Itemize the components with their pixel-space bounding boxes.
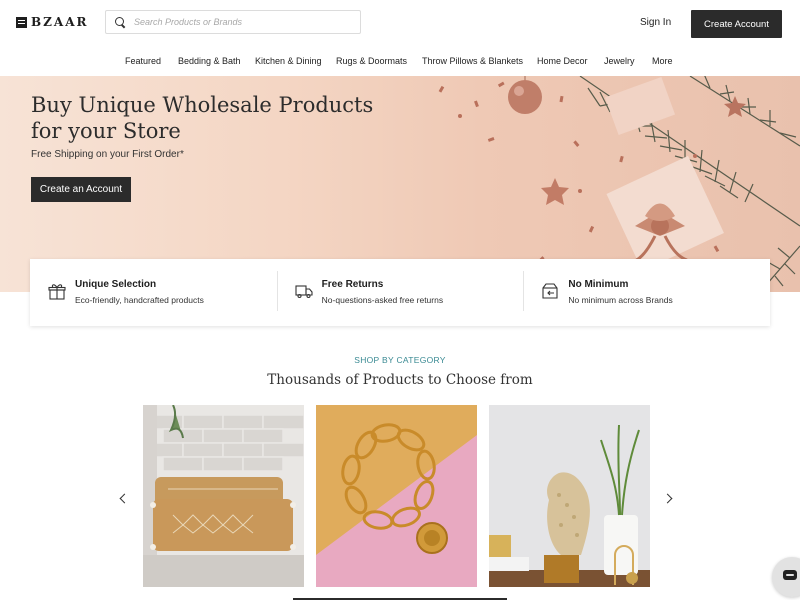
search-bar[interactable] xyxy=(105,10,361,34)
carousel-prev-arrow-icon[interactable] xyxy=(118,492,128,506)
jewelry-card[interactable] xyxy=(316,405,477,587)
hero-title: Buy Unique Wholesale Products for your S… xyxy=(31,93,374,143)
search-input[interactable] xyxy=(134,17,354,27)
nav-item-bedding-bath[interactable]: Bedding & Bath xyxy=(178,56,241,66)
features-bar: Unique Selection Eco-friendly, handcraft… xyxy=(30,259,770,326)
feature-free-returns: Free Returns No-questions-asked free ret… xyxy=(276,259,524,326)
logo[interactable]: BZAAR xyxy=(16,15,89,29)
search-icon xyxy=(115,16,126,28)
home-decor-card[interactable] xyxy=(489,405,650,587)
category-heading: Thousands of Products to Choose from xyxy=(267,372,533,388)
return-box-icon xyxy=(542,283,558,299)
feature-title: No Minimum xyxy=(568,279,629,290)
feature-desc: Eco-friendly, handcrafted products xyxy=(75,295,204,305)
nav-item-kitchen-dining[interactable]: Kitchen & Dining xyxy=(255,56,322,66)
throw-pillows-image xyxy=(143,405,304,587)
logo-icon xyxy=(16,16,27,28)
decor-sculpture-image xyxy=(489,405,650,587)
chat-icon[interactable] xyxy=(772,557,800,597)
carousel-next-arrow-icon[interactable] xyxy=(664,492,674,506)
sign-in-link[interactable]: Sign In xyxy=(640,17,671,28)
header: BZAAR Sign In Create Account xyxy=(0,0,800,46)
nav-item-throw-pillows-blankets[interactable]: Throw Pillows & Blankets xyxy=(422,56,523,66)
create-account-button[interactable]: Create Account xyxy=(691,10,782,38)
hero-subtitle: Free Shipping on your First Order* xyxy=(31,149,184,160)
nav-item-jewelry[interactable]: Jewelry xyxy=(604,56,635,66)
feature-no-minimum: No Minimum No minimum across Brands xyxy=(523,259,770,326)
gold-bracelet-image xyxy=(316,405,477,587)
nav-item-featured[interactable]: Featured xyxy=(125,56,161,66)
create-an-account-button[interactable]: Create an Account xyxy=(31,177,131,202)
nav-item-more[interactable]: More xyxy=(652,56,673,66)
category-nav: Featured Bedding & Bath Kitchen & Dining… xyxy=(0,56,800,70)
feature-desc: No minimum across Brands xyxy=(568,295,673,305)
feature-unique-selection: Unique Selection Eco-friendly, handcraft… xyxy=(30,259,277,326)
feature-title: Unique Selection xyxy=(75,279,157,290)
feature-title: Free Returns xyxy=(321,279,384,290)
logo-text: BZAAR xyxy=(31,15,89,29)
throw-pillows-card[interactable] xyxy=(143,405,304,587)
feature-desc: No-questions-asked free returns xyxy=(321,295,444,305)
nav-item-rugs-doormats[interactable]: Rugs & Doormats xyxy=(336,56,407,66)
page: BZAAR Sign In Create Account Featured Be… xyxy=(0,0,800,600)
gift-box-icon xyxy=(48,284,66,300)
nav-item-home-decor[interactable]: Home Decor xyxy=(537,56,588,66)
delivery-truck-icon xyxy=(295,285,313,299)
shop-by-category-label: SHOP BY CATEGORY xyxy=(354,355,446,365)
